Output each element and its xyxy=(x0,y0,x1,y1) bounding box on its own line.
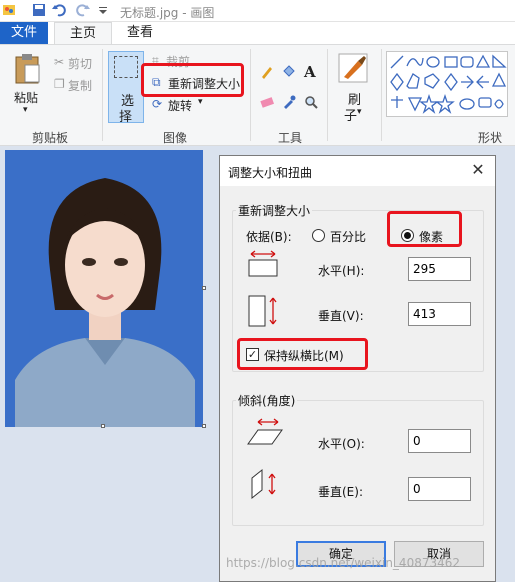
tab-file[interactable]: 文件 xyxy=(0,22,48,44)
ribbon: 粘贴 ▾ ✂ 剪切 ❐ 复制 剪贴板 选 择 ⌗ 裁剪 ⧉ 重新调整大小 ⟳ 旋… xyxy=(0,44,515,146)
horizontal-skew-icon xyxy=(247,418,283,445)
skew-horizontal-input[interactable] xyxy=(408,429,471,453)
ribbon-separator xyxy=(250,49,251,141)
text-tool-icon[interactable]: A xyxy=(304,63,316,81)
skew-horizontal-label: 水平(O): xyxy=(318,437,365,451)
brushes-dropdown-arrow[interactable]: ▾ xyxy=(357,107,362,117)
paint-app-icon xyxy=(3,5,15,15)
close-icon[interactable]: ✕ xyxy=(469,162,487,180)
resize-skew-dialog: 调整大小和扭曲 ✕ 重新调整大小 依据(B): 百分比 像素 水平(H): 垂直… xyxy=(219,155,496,582)
pencil-icon[interactable] xyxy=(260,65,274,79)
save-icon[interactable] xyxy=(32,3,46,17)
brushes-icon[interactable] xyxy=(338,53,368,83)
paste-icon[interactable] xyxy=(14,53,42,85)
magnifier-icon[interactable] xyxy=(304,95,318,109)
horizontal-size-input[interactable] xyxy=(408,257,471,281)
vertical-resize-icon xyxy=(248,295,277,327)
copy-icon: ❐ xyxy=(54,77,65,91)
resize-by-label: 依据(B): xyxy=(246,230,292,244)
horizontal-label: 水平(H): xyxy=(318,264,365,278)
eraser-icon[interactable] xyxy=(260,95,274,109)
resize-handle-corner[interactable] xyxy=(202,424,206,428)
ribbon-separator xyxy=(381,49,382,141)
portrait-photo xyxy=(5,150,203,427)
shapes-gallery[interactable] xyxy=(386,51,508,117)
highlight-pixels-option xyxy=(387,211,462,247)
shapes-icons[interactable] xyxy=(387,52,509,118)
tab-home[interactable]: 主页 xyxy=(54,22,112,44)
rotate-button[interactable]: 旋转 xyxy=(168,97,192,114)
select-label-2: 择 xyxy=(119,110,133,125)
image-group-label: 图像 xyxy=(162,131,187,145)
dialog-title: 调整大小和扭曲 xyxy=(228,166,313,180)
tools-group-label: 工具 xyxy=(277,131,302,145)
title-bar: 无标题.jpg - 画图 xyxy=(0,0,515,22)
skew-vertical-input[interactable] xyxy=(408,477,471,501)
skew-section-legend: 倾斜(角度) xyxy=(236,392,298,409)
watermark-text: https://blog.csdn.net/weixin_40873462 xyxy=(226,556,461,570)
window-title: 无标题.jpg - 画图 xyxy=(120,6,215,20)
vertical-skew-icon xyxy=(251,468,276,500)
rotate-dropdown-arrow[interactable]: ▾ xyxy=(198,97,203,107)
ribbon-tab-row: 文件 主页 查看 xyxy=(0,22,515,44)
ribbon-separator xyxy=(102,49,103,141)
rotate-icon: ⟳ xyxy=(152,97,163,111)
paste-button[interactable]: 粘贴 xyxy=(14,89,38,106)
color-picker-icon[interactable] xyxy=(282,95,296,109)
highlight-resize-button xyxy=(141,63,244,97)
copy-button[interactable]: 复制 xyxy=(68,77,92,94)
resize-section-legend: 重新调整大小 xyxy=(236,202,313,219)
ribbon-separator xyxy=(327,49,328,141)
select-button[interactable]: 选 择 xyxy=(108,51,144,125)
resize-handle-bottom[interactable] xyxy=(101,424,105,428)
resize-handle-right[interactable] xyxy=(202,286,206,290)
tab-view[interactable]: 查看 xyxy=(116,22,164,44)
undo-icon[interactable] xyxy=(52,3,66,17)
canvas-image[interactable] xyxy=(5,150,203,427)
dialog-title-bar: 调整大小和扭曲 ✕ xyxy=(220,156,495,186)
clipboard-group-label: 剪贴板 xyxy=(31,131,68,145)
skew-vertical-label: 垂直(E): xyxy=(318,485,363,499)
vertical-label: 垂直(V): xyxy=(318,309,364,323)
paste-dropdown-arrow[interactable]: ▾ xyxy=(23,105,28,115)
cut-icon: ✂ xyxy=(54,55,65,69)
fill-bucket-icon[interactable] xyxy=(282,65,296,79)
highlight-keep-ratio xyxy=(237,338,368,370)
select-icon xyxy=(114,56,138,78)
redo-icon[interactable] xyxy=(76,3,90,17)
brushes-label-2[interactable]: 子 xyxy=(344,105,357,124)
horizontal-resize-icon xyxy=(248,250,278,277)
vertical-size-input[interactable] xyxy=(408,302,471,326)
percent-radio[interactable] xyxy=(312,229,325,242)
cut-button[interactable]: 剪切 xyxy=(68,55,92,72)
percent-label[interactable]: 百分比 xyxy=(330,228,366,245)
customize-quick-access-icon[interactable] xyxy=(96,3,110,17)
shapes-group-label: 形状 xyxy=(477,131,502,145)
